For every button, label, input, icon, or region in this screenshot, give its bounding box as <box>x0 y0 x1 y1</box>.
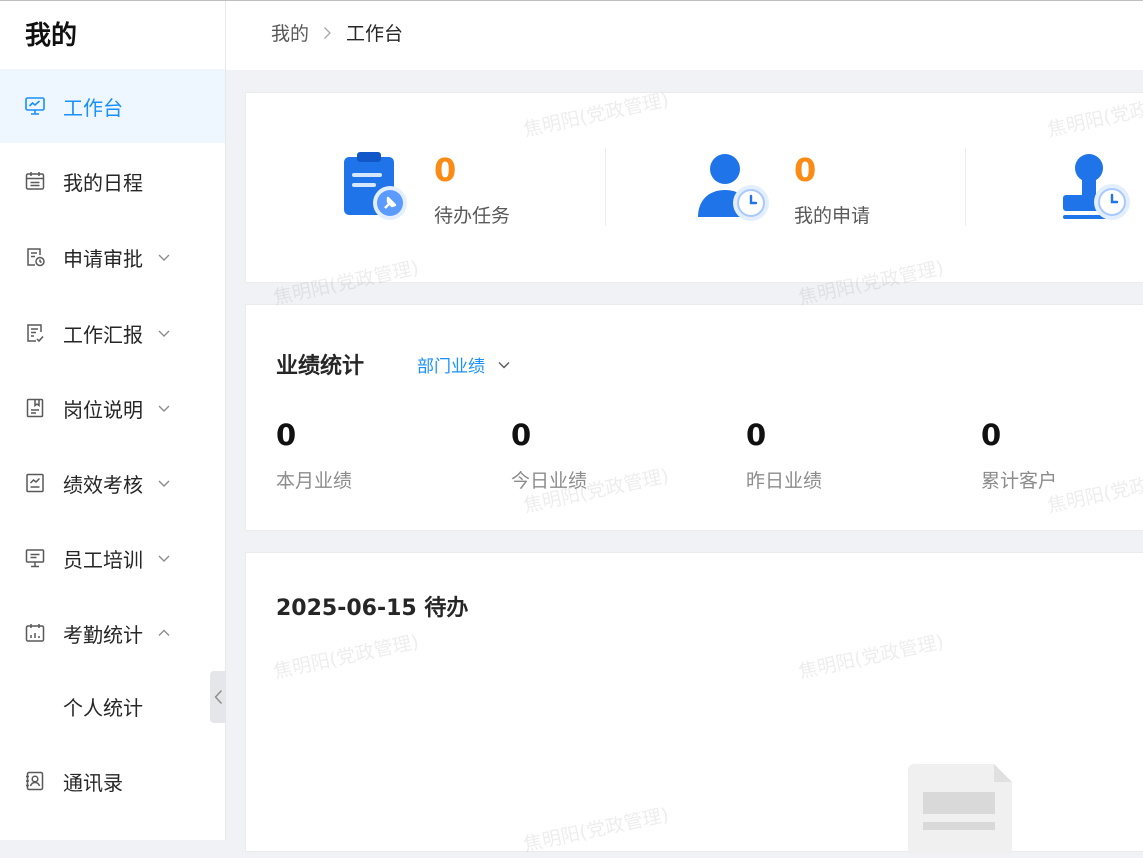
metric-value: 0 <box>981 418 1002 452</box>
chevron-down-icon <box>498 361 510 368</box>
chevron-down-icon <box>157 250 171 264</box>
attendance-calendar-icon <box>24 622 46 644</box>
presentation-icon <box>24 547 46 569</box>
sidebar-item-label: 个人统计 <box>63 695 143 720</box>
document-check-icon <box>24 322 46 344</box>
document-icon <box>24 397 46 419</box>
sidebar-item-label: 我的日程 <box>63 170 143 195</box>
performance-chart-icon <box>24 472 46 494</box>
sidebar-item-label: 绩效考核 <box>63 472 143 497</box>
todo-card: 2025-06-15 待办 <box>245 552 1143 854</box>
sidebar-item-label: 申请审批 <box>63 246 143 271</box>
metric-total-customers: 0 累计客户 <box>981 418 1057 493</box>
metric-label: 昨日业绩 <box>746 470 823 492</box>
metric-value: 0 <box>511 418 532 452</box>
user-clock-icon <box>698 151 774 227</box>
calendar-icon <box>24 170 46 192</box>
chevron-down-icon <box>157 401 171 415</box>
sidebar: 我的 工作台 我的日程 申请审批 工作汇报 岗位说明 绩效考核 员工培训 考勤统… <box>0 1 225 840</box>
chevron-down-icon <box>157 476 171 490</box>
metric-label: 今日业绩 <box>511 470 588 492</box>
performance-title: 业绩统计 <box>276 354 365 379</box>
metric-value: 0 <box>746 418 767 452</box>
metric-label: 本月业绩 <box>276 470 353 492</box>
sidebar-collapse-button[interactable] <box>210 671 226 723</box>
stat-divider <box>965 148 966 226</box>
sidebar-item-workbench[interactable]: 工作台 <box>0 69 225 143</box>
sidebar-item-label: 员工培训 <box>63 547 143 572</box>
breadcrumb-link-mine[interactable]: 我的 <box>271 19 309 46</box>
chevron-left-icon <box>214 690 222 704</box>
chevron-down-icon <box>157 326 171 340</box>
sidebar-item-approval[interactable]: 申请审批 <box>0 220 225 294</box>
metric-label: 累计客户 <box>981 470 1058 492</box>
page-header: 我的 工作台 <box>226 1 1143 70</box>
sidebar-item-schedule[interactable]: 我的日程 <box>0 144 225 218</box>
metric-value: 0 <box>276 418 297 452</box>
performance-scope-dropdown[interactable]: 部门业绩 <box>417 352 511 377</box>
breadcrumb-current: 工作台 <box>346 23 404 45</box>
chevron-up-icon <box>157 626 171 640</box>
chevron-right-icon <box>323 26 332 40</box>
sidebar-title: 我的 <box>25 21 78 51</box>
dropdown-value: 部门业绩 <box>417 357 485 377</box>
sidebar-item-label: 工作台 <box>63 95 123 120</box>
sidebar-item-work-report[interactable]: 工作汇报 <box>0 296 225 370</box>
metric-today: 0 今日业绩 <box>511 418 587 493</box>
monitor-chart-icon <box>24 95 46 117</box>
sidebar-item-label: 考勤统计 <box>63 622 143 647</box>
sidebar-item-label: 通讯录 <box>63 770 123 795</box>
sidebar-item-contacts[interactable]: 通讯录 <box>0 744 225 818</box>
stamp-clock-icon <box>1060 151 1136 227</box>
stat-label: 待办任务 <box>434 205 511 227</box>
sidebar-item-job-description[interactable]: 岗位说明 <box>0 371 225 445</box>
summary-card: 0 待办任务 0 我的申请 <box>245 92 1143 283</box>
performance-card: 业绩统计 部门业绩 0 本月业绩 0 今日业绩 0 昨日业绩 0 累计客户 <box>245 304 1143 531</box>
stat-label: 我的申请 <box>794 205 871 227</box>
contacts-icon <box>24 770 46 792</box>
document-clock-icon <box>24 246 46 268</box>
empty-document-icon <box>908 764 1012 858</box>
sidebar-item-label: 岗位说明 <box>63 397 143 422</box>
metric-yesterday: 0 昨日业绩 <box>746 418 822 493</box>
stat-value: 0 <box>794 151 817 189</box>
chevron-down-icon <box>157 551 171 565</box>
sidebar-item-training[interactable]: 员工培训 <box>0 521 225 595</box>
sidebar-item-performance[interactable]: 绩效考核 <box>0 446 225 520</box>
clipboard-pin-icon <box>342 151 410 225</box>
sidebar-item-attendance[interactable]: 考勤统计 <box>0 596 225 670</box>
stat-value: 0 <box>434 151 457 189</box>
breadcrumb: 我的 工作台 <box>271 19 403 46</box>
stat-divider <box>605 148 606 226</box>
sidebar-subitem-personal-stats[interactable]: 个人统计 <box>0 669 225 743</box>
sidebar-item-label: 工作汇报 <box>63 322 143 347</box>
metric-month: 0 本月业绩 <box>276 418 352 493</box>
todo-title: 2025-06-15 待办 <box>276 596 469 621</box>
